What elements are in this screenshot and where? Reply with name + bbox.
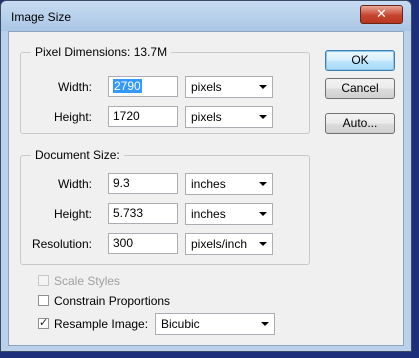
close-button[interactable]: ✕ xyxy=(360,5,403,24)
dialog-title: Image Size xyxy=(11,10,72,24)
cancel-button[interactable]: Cancel xyxy=(325,78,395,99)
pixel-height-unit-select[interactable]: pixels xyxy=(185,106,273,128)
chevron-down-icon xyxy=(259,182,267,186)
document-size-label: Document Size: xyxy=(35,148,120,162)
resample-method-select[interactable]: Bicubic xyxy=(155,313,275,335)
chevron-down-icon xyxy=(259,212,267,216)
constrain-proportions-checkbox[interactable] xyxy=(38,295,49,306)
scale-styles-checkbox xyxy=(38,275,49,286)
dialog-body: Pixel Dimensions: 13.7M Width: 2790 pixe… xyxy=(8,31,404,346)
chevron-down-icon xyxy=(259,85,267,89)
pixel-width-unit: pixels xyxy=(191,80,222,94)
pixel-height-label: Height: xyxy=(53,110,92,124)
resample-method-value: Bicubic xyxy=(161,317,200,331)
doc-height-input[interactable]: 5.733 xyxy=(108,203,178,224)
doc-width-unit: inches xyxy=(191,177,226,191)
image-size-dialog: Image Size ✕ Pixel Dimensions: 13.7M Wid… xyxy=(0,0,412,352)
resolution-unit-select[interactable]: pixels/inch xyxy=(185,233,273,255)
pixel-dimensions-size: 13.7M xyxy=(133,45,168,59)
doc-width-unit-select[interactable]: inches xyxy=(185,173,273,195)
resample-image-label[interactable]: Resample Image: xyxy=(54,317,148,331)
resample-image-checkbox[interactable]: ✓ xyxy=(38,316,49,329)
chevron-down-icon xyxy=(259,115,267,119)
pixel-dimensions-label: Pixel Dimensions: xyxy=(35,45,131,59)
resolution-label: Resolution: xyxy=(31,237,92,251)
pixel-width-value: 2790 xyxy=(113,79,142,93)
pixel-height-unit: pixels xyxy=(191,110,222,124)
doc-width-value: 9.3 xyxy=(113,176,130,190)
constrain-proportions-label[interactable]: Constrain Proportions xyxy=(54,294,170,308)
ok-button[interactable]: OK xyxy=(325,50,395,71)
pixel-width-unit-select[interactable]: pixels xyxy=(185,76,273,98)
checkmark-icon: ✓ xyxy=(39,316,49,329)
doc-width-input[interactable]: 9.3 xyxy=(108,173,178,194)
doc-width-label: Width: xyxy=(57,177,92,191)
pixel-width-label: Width: xyxy=(57,80,92,94)
pixel-height-value: 1720 xyxy=(113,109,140,123)
title-bar[interactable]: Image Size ✕ xyxy=(1,1,411,31)
pixel-width-input[interactable]: 2790 xyxy=(108,76,178,97)
close-icon: ✕ xyxy=(376,7,387,22)
document-size-legend: Document Size: xyxy=(31,148,124,162)
chevron-down-icon xyxy=(259,242,267,246)
pixel-dimensions-legend: Pixel Dimensions: 13.7M xyxy=(31,45,172,59)
scale-styles-label: Scale Styles xyxy=(54,274,121,288)
resolution-value: 300 xyxy=(113,236,134,250)
resolution-unit: pixels/inch xyxy=(191,237,248,251)
doc-height-label: Height: xyxy=(53,207,92,221)
resolution-input[interactable]: 300 xyxy=(108,233,178,254)
doc-height-unit: inches xyxy=(191,207,226,221)
pixel-height-input[interactable]: 1720 xyxy=(108,106,178,127)
chevron-down-icon xyxy=(261,322,269,326)
doc-height-unit-select[interactable]: inches xyxy=(185,203,273,225)
auto-button[interactable]: Auto... xyxy=(325,113,395,134)
doc-height-value: 5.733 xyxy=(113,206,144,220)
